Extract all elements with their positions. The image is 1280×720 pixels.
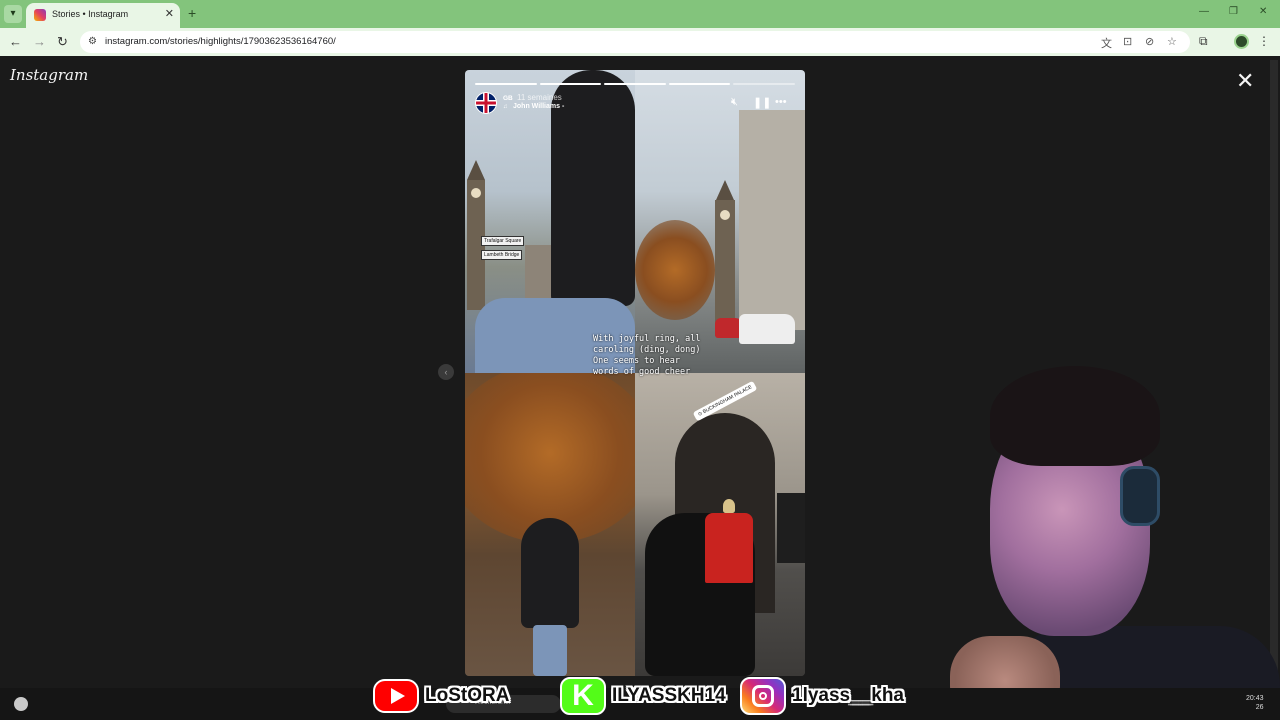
instagram-handle: 1lyass__kha — [740, 676, 904, 716]
instagram-logo[interactable]: Instagram — [10, 66, 88, 84]
browser-tab-bar: ▾ Stories • Instagram ✕ + — ❐ ✕ — [0, 0, 1280, 28]
youtube-name: LoStORA — [425, 685, 510, 706]
tab-title: Stories • Instagram — [52, 9, 129, 19]
kick-handle: K ILYASSKH14 — [560, 676, 726, 716]
tab-stories-instagram[interactable]: Stories • Instagram ✕ — [26, 3, 180, 28]
sign-board — [777, 493, 805, 563]
story-progress-bar — [475, 83, 795, 85]
profile-avatar[interactable] — [1234, 34, 1249, 49]
highlight-name[interactable]: GB — [503, 95, 513, 102]
person-jeans-2 — [533, 625, 567, 676]
instagram-favicon-icon — [34, 9, 46, 21]
clock-time: 20:43 — [1246, 695, 1264, 702]
maximize-window-icon[interactable]: ❐ — [1229, 6, 1238, 17]
guard-helmet — [723, 499, 735, 513]
previous-story-icon[interactable]: ‹ — [438, 364, 454, 380]
streamer-webcam — [950, 366, 1280, 720]
instagram-icon — [740, 677, 786, 715]
music-artist[interactable]: John Williams - — [513, 103, 564, 110]
clock-face-2 — [720, 210, 730, 220]
youtube-handle: LoStORA — [373, 676, 509, 716]
address-bar[interactable]: ⚙ instagram.com/stories/highlights/17903… — [80, 31, 1190, 53]
music-note-icon: ♫ — [503, 104, 508, 110]
weather-widget-icon[interactable] — [14, 697, 28, 711]
install-app-icon[interactable]: ⊡ — [1123, 35, 1132, 48]
forward-icon[interactable]: → — [33, 34, 46, 49]
tower-spire — [467, 160, 485, 180]
photo-horse-guard — [635, 373, 805, 676]
browser-toolbar: ← → ↻ ⚙ instagram.com/stories/highlights… — [0, 28, 1280, 56]
new-tab-button[interactable]: + — [188, 5, 196, 21]
story-time-ago: 11 semaines — [517, 93, 562, 102]
story-card[interactable]: Trafalgar Square Lambeth Bridge ⊙ BUCKIN… — [465, 70, 805, 676]
site-info-icon[interactable]: ⚙ — [88, 36, 100, 48]
close-window-icon[interactable]: ✕ — [1259, 6, 1267, 17]
uk-flag-avatar[interactable] — [475, 92, 497, 114]
youtube-icon — [373, 679, 419, 713]
street-building — [739, 110, 805, 330]
road-sign-top: Trafalgar Square — [481, 236, 525, 246]
progress-segment — [733, 83, 795, 85]
progress-segment — [668, 83, 731, 85]
progress-segment — [604, 83, 666, 85]
tower-spire-2 — [716, 180, 734, 200]
progress-segment — [475, 83, 537, 85]
progress-segment — [539, 83, 602, 85]
translate-icon[interactable]: 文 — [1101, 35, 1112, 51]
streamer-hair — [990, 366, 1160, 466]
bare-trees — [635, 220, 715, 320]
tab-search-button[interactable]: ▾ — [4, 5, 22, 23]
headset — [1120, 466, 1160, 526]
road-sign-bottom: Lambeth Bridge — [481, 250, 523, 260]
menu-kebab-icon[interactable]: ⋮ — [1258, 34, 1270, 48]
person-puffer-jacket — [521, 518, 579, 628]
white-car — [739, 314, 795, 344]
clock-face — [471, 188, 481, 198]
taskbar-clock[interactable]: 20:43 26 — [1246, 694, 1264, 712]
guard-red-tunic — [705, 513, 753, 583]
url-text[interactable]: instagram.com/stories/highlights/1790362… — [105, 36, 336, 47]
kick-icon: K — [560, 677, 606, 715]
more-options-icon[interactable]: ••• — [775, 96, 787, 108]
photo-autumn-tree — [465, 373, 635, 676]
minimize-window-icon[interactable]: — — [1199, 6, 1209, 17]
bookmark-star-icon[interactable]: ☆ — [1167, 35, 1177, 48]
extensions-icon[interactable]: ⧉ — [1199, 34, 1208, 49]
instagram-name: 1lyass__kha — [792, 685, 904, 706]
close-story-icon[interactable]: ✕ — [1236, 70, 1254, 92]
back-icon[interactable]: ← — [9, 34, 22, 49]
tracking-protection-icon[interactable]: ⊘ — [1145, 35, 1154, 48]
close-tab-icon[interactable]: ✕ — [165, 7, 174, 20]
mute-icon[interactable]: 🔇︎ — [731, 96, 738, 109]
kick-name: ILYASSKH14 — [612, 685, 726, 706]
story-caption-lyrics: With joyful ring, all caroling (ding, do… — [593, 334, 701, 377]
clock-date: 26 — [1255, 704, 1264, 711]
reload-icon[interactable]: ↻ — [57, 34, 68, 50]
pause-icon[interactable]: ❚❚ — [753, 96, 771, 109]
story-header: GB 11 semaines ♫ John Williams - 🔇︎ ❚❚ •… — [475, 92, 795, 116]
